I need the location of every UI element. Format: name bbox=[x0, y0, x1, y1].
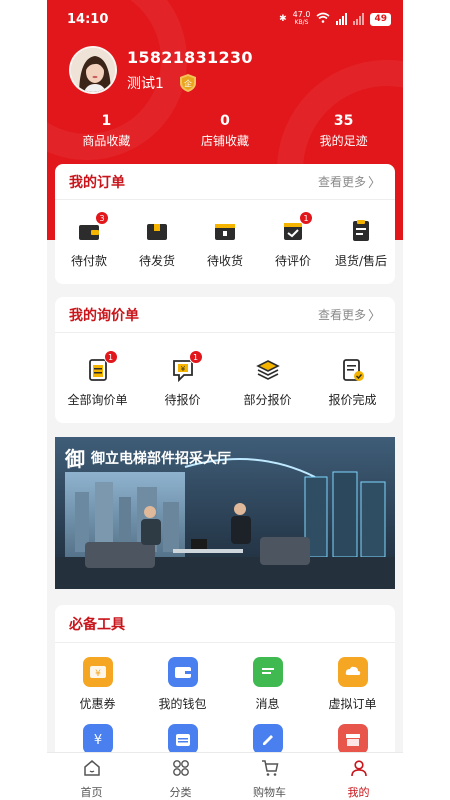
status-bar: 14:10 ✱ 47.0 KB/S 49 bbox=[47, 0, 403, 40]
tab-mine[interactable]: 我的 bbox=[324, 753, 394, 800]
svg-text:¥: ¥ bbox=[180, 365, 185, 373]
enterprise-badge-icon: 企 bbox=[179, 74, 196, 92]
cart-icon bbox=[261, 760, 278, 776]
virtual-order-icon bbox=[337, 657, 368, 687]
box-receive-icon bbox=[215, 224, 235, 240]
inquiry-more-link[interactable]: 查看更多〉 bbox=[318, 305, 381, 324]
status-time: 14:10 bbox=[67, 12, 109, 27]
badge-count: 1 bbox=[188, 350, 203, 364]
yuan-receipt-icon: ¥ bbox=[82, 724, 113, 754]
tool-calendar[interactable] bbox=[143, 724, 223, 754]
store-icon bbox=[337, 724, 368, 754]
profile-section[interactable]: 15821831230 测试1 企 bbox=[69, 46, 253, 94]
chevron-right-icon: 〉 bbox=[367, 176, 381, 191]
user-nickname: 测试1 bbox=[127, 76, 164, 92]
inquiry-card: 我的询价单 查看更多〉 1 全部询价单 ¥1 待报价 部分报价 报价完成 bbox=[55, 297, 395, 423]
battery-icon: 49 bbox=[370, 12, 391, 26]
return-icon bbox=[353, 220, 369, 241]
category-icon bbox=[172, 760, 189, 776]
chevron-right-icon: 〉 bbox=[367, 309, 381, 324]
tool-coupon[interactable]: ¥ 优惠券 bbox=[58, 657, 138, 712]
bluetooth-icon: ✱ bbox=[279, 14, 287, 24]
app-screen: 14:10 ✱ 47.0 KB/S 49 15821831230 测试1 企 1… bbox=[47, 0, 403, 800]
network-speed: 47.0 KB/S bbox=[292, 10, 311, 27]
tab-home[interactable]: 首页 bbox=[57, 753, 127, 800]
coupon-icon: ¥ bbox=[82, 657, 113, 687]
message-icon bbox=[252, 657, 283, 687]
avatar[interactable] bbox=[69, 46, 117, 94]
tool-wallet[interactable]: 我的钱包 bbox=[143, 657, 223, 712]
tab-cart[interactable]: 购物车 bbox=[235, 753, 305, 800]
tool-edit[interactable] bbox=[228, 724, 308, 754]
quote-done-icon bbox=[342, 359, 364, 381]
tools-title: 必备工具 bbox=[69, 616, 125, 633]
bottom-tab-bar: 首页 分类 购物车 我的 bbox=[47, 752, 403, 800]
inquiry-partial-quote[interactable]: 部分报价 bbox=[228, 357, 308, 408]
calendar-icon bbox=[167, 724, 198, 754]
stat-footprints[interactable]: 35 我的足迹 bbox=[320, 113, 368, 149]
signal-icon bbox=[336, 13, 348, 25]
banner-text: 御立电梯部件招采大厅 bbox=[91, 450, 231, 467]
tab-category[interactable]: 分类 bbox=[146, 753, 216, 800]
svg-text:¥: ¥ bbox=[95, 669, 101, 679]
tool-store[interactable] bbox=[313, 724, 393, 754]
home-icon bbox=[83, 760, 100, 776]
tool-virtual-order[interactable]: 虚拟订单 bbox=[313, 657, 393, 712]
svg-text:¥: ¥ bbox=[93, 733, 101, 747]
inquiry-all[interactable]: 1 全部询价单 bbox=[58, 350, 138, 408]
edit-icon bbox=[252, 724, 283, 754]
inquiry-quote-complete[interactable]: 报价完成 bbox=[313, 357, 393, 408]
inquiry-pending-quote[interactable]: ¥1 待报价 bbox=[143, 350, 223, 408]
svg-text:企: 企 bbox=[184, 79, 192, 89]
tool-receipt[interactable]: ¥ bbox=[58, 724, 138, 754]
orders-card: 我的订单 查看更多〉 3 待付款 待发货 待收货 1 待评价 退货/售后 bbox=[55, 164, 395, 284]
user-phone: 15821831230 bbox=[127, 48, 253, 67]
wifi-icon bbox=[316, 12, 330, 26]
package-icon bbox=[147, 224, 167, 240]
inquiry-title: 我的询价单 bbox=[69, 307, 139, 324]
order-pending-receipt[interactable]: 待收货 bbox=[191, 218, 259, 269]
stat-product-favorites[interactable]: 1 商品收藏 bbox=[82, 113, 130, 149]
orders-title: 我的订单 bbox=[69, 174, 125, 191]
order-pending-review[interactable]: 1 待评价 bbox=[259, 211, 327, 269]
order-pending-shipment[interactable]: 待发货 bbox=[123, 218, 191, 269]
badge-count: 1 bbox=[299, 211, 313, 225]
stat-store-favorites[interactable]: 0 店铺收藏 bbox=[201, 113, 249, 149]
badge-count: 3 bbox=[95, 211, 109, 225]
user-icon bbox=[350, 760, 367, 777]
badge-count: 1 bbox=[103, 350, 118, 364]
promo-banner[interactable]: 御 御立电梯部件招采大厅 bbox=[55, 437, 395, 589]
layers-icon bbox=[255, 360, 280, 380]
wallet-icon bbox=[167, 657, 198, 687]
signal-icon-2 bbox=[353, 13, 365, 25]
banner-logo: 御 bbox=[65, 447, 85, 471]
order-pending-payment[interactable]: 3 待付款 bbox=[55, 211, 123, 269]
order-returns[interactable]: 退货/售后 bbox=[327, 218, 395, 269]
tool-messages[interactable]: 消息 bbox=[228, 657, 308, 712]
orders-more-link[interactable]: 查看更多〉 bbox=[318, 172, 381, 191]
stats-row: 1 商品收藏 0 店铺收藏 35 我的足迹 bbox=[47, 113, 403, 149]
